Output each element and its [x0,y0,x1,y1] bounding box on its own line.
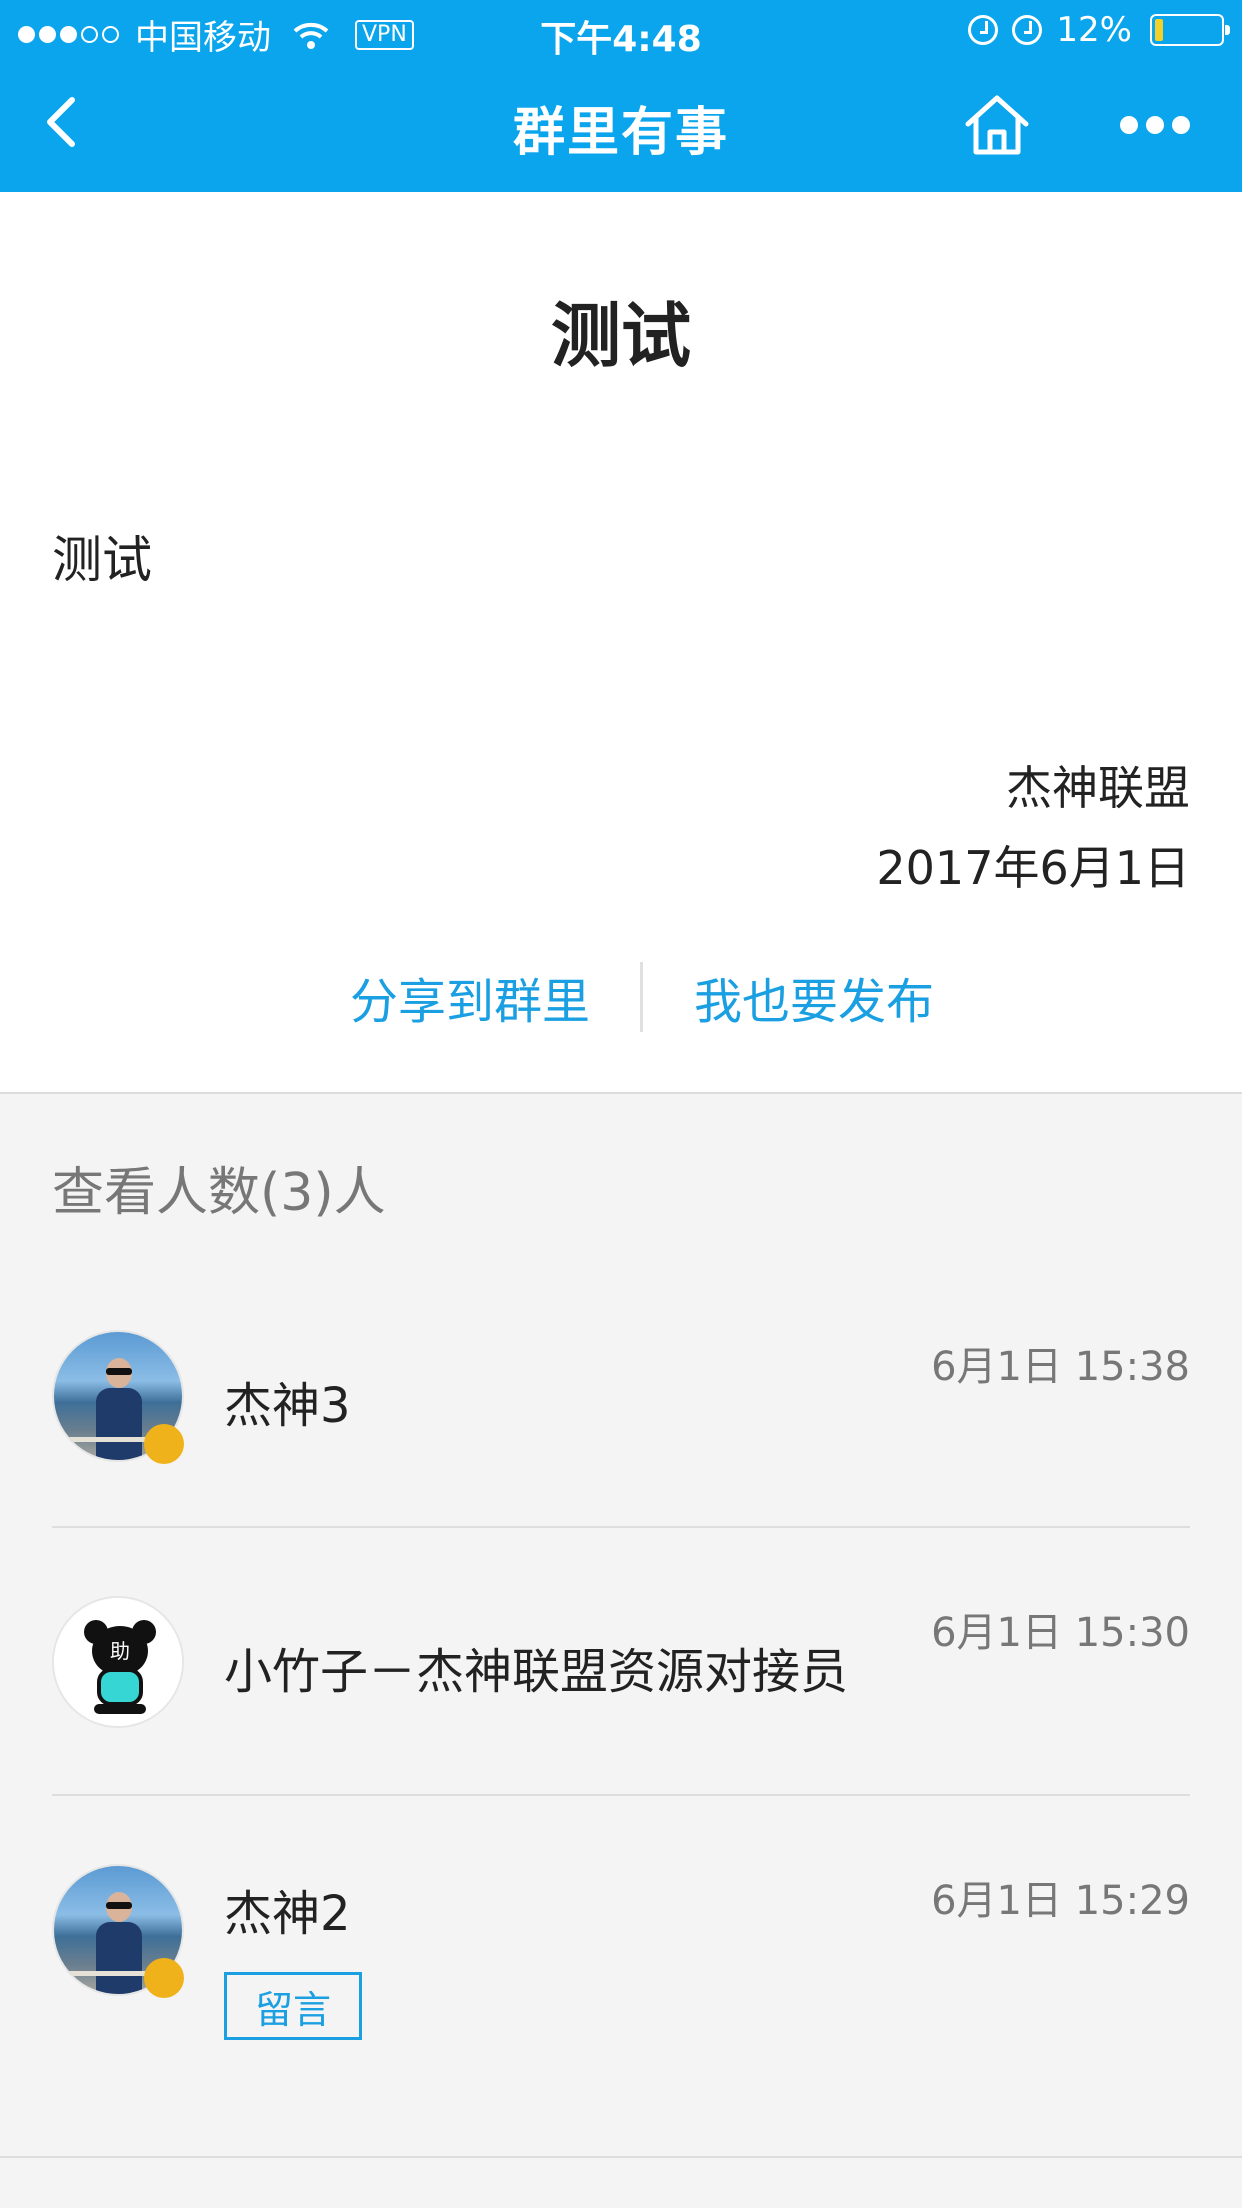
viewer-time: 6月1日 15:29 [931,1878,1190,1924]
row-divider [52,1794,1190,1796]
more-dot [1172,116,1190,134]
viewer-row[interactable]: 助 小竹子－杰神联盟资源对接员 6月1日 15:30 [52,1596,1190,1796]
top-bar: 中国移动 VPN 下午4:48 12% 群里有事 [0,0,1242,192]
battery-icon [1150,14,1230,46]
publish-link[interactable]: 我也要发布 [694,962,934,1032]
viewer-time: 6月1日 15:38 [931,1344,1190,1390]
post-date: 2017年6月1日 [876,841,1190,895]
post-title: 测试 [551,295,691,377]
page-title: 群里有事 [512,103,729,163]
nav-bar: 群里有事 [0,62,1242,192]
leave-message-button[interactable]: 留言 [224,1972,362,2040]
bottom-divider [0,2156,1242,2158]
alarm-icon [1012,15,1043,45]
viewer-name: 杰神2 [224,1886,351,1942]
row-divider [52,1526,1190,1528]
assistant-avatar: 助 [54,1598,182,1726]
viewer-row[interactable]: 杰神2 6月1日 15:29 留言 [52,1864,1190,2064]
viewer-time: 6月1日 15:30 [931,1610,1190,1656]
avatar: 助 [52,1596,184,1728]
post-author: 杰神联盟 [1006,761,1190,815]
rotation-lock-icon [968,15,999,45]
more-dot [1120,116,1138,134]
viewer-row[interactable]: 杰神3 6月1日 15:38 [52,1330,1190,1530]
level-badge [144,1958,184,1998]
status-right: 12% [968,10,1230,50]
post-actions: 分享到群里 我也要发布 [0,962,1242,1032]
actions-divider [640,962,643,1032]
post-card: 测试 测试 杰神联盟 2017年6月1日 分享到群里 我也要发布 [0,192,1242,1094]
battery-percent: 12% [1056,10,1132,50]
more-button[interactable] [1120,110,1190,140]
battery-fill [1155,19,1163,41]
viewer-count-title: 查看人数(3)人 [52,1163,386,1223]
level-badge [144,1424,184,1464]
home-button[interactable] [962,92,1032,158]
viewer-name: 小竹子－杰神联盟资源对接员 [224,1644,849,1700]
share-to-group-link[interactable]: 分享到群里 [350,962,590,1032]
status-bar: 中国移动 VPN 下午4:48 12% [0,0,1242,62]
post-body: 测试 [52,531,152,589]
more-dot [1146,116,1164,134]
viewer-name: 杰神3 [224,1378,351,1434]
